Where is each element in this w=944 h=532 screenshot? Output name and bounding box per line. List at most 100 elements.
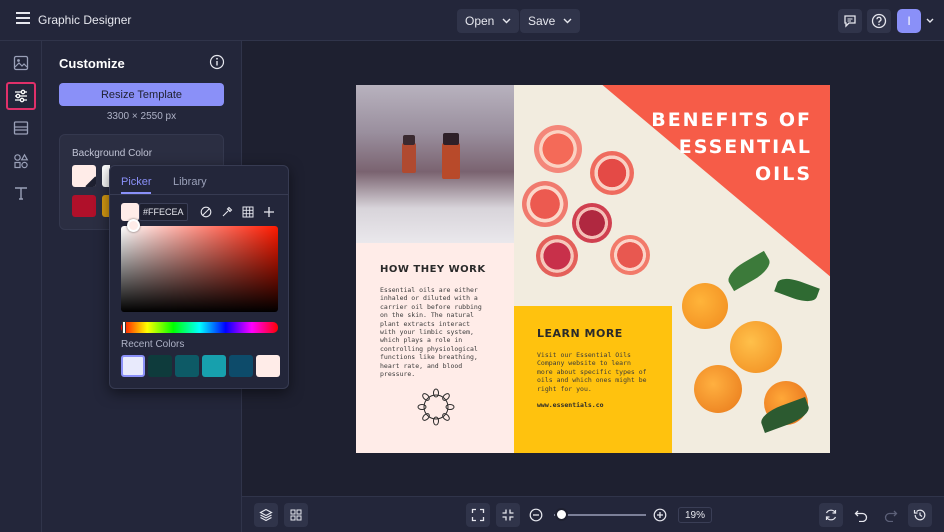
citrus-slice	[590, 151, 634, 195]
actual-size-button[interactable]	[496, 503, 520, 527]
recent-color-swatch[interactable]	[229, 355, 253, 377]
learn-more-title[interactable]: LEARN MORE	[537, 327, 623, 340]
recent-color-swatch[interactable]	[175, 355, 199, 377]
sliders-icon	[15, 89, 27, 103]
redo-icon	[884, 510, 898, 522]
eyedropper-icon[interactable]	[221, 206, 233, 218]
chevron-down-icon[interactable]	[926, 18, 934, 24]
open-button[interactable]: Open	[457, 9, 520, 33]
tab-library[interactable]: Library	[173, 176, 207, 188]
top-bar: Graphic Designer Open Save I	[0, 0, 944, 41]
help-button[interactable]	[867, 9, 891, 33]
redo-button[interactable]	[879, 503, 903, 527]
wreath-icon	[417, 388, 455, 426]
bg-swatch-current[interactable]	[72, 165, 96, 187]
citrus-slice	[572, 203, 612, 243]
save-button[interactable]: Save	[520, 9, 581, 33]
resize-template-button[interactable]: Resize Template	[59, 83, 224, 106]
how-they-work-title[interactable]: HOW THEY WORK	[380, 264, 486, 275]
how-they-work-body[interactable]: Essential oils are either inhaled or dil…	[380, 286, 486, 378]
text-icon	[15, 187, 27, 200]
plus-circle-icon	[653, 508, 667, 522]
leaf-shape	[724, 250, 774, 292]
hue-slider[interactable]	[121, 322, 278, 333]
refresh-icon	[825, 509, 837, 521]
headline-line-3[interactable]: OILS	[755, 163, 812, 185]
chevron-down-icon	[502, 18, 511, 24]
undo-button[interactable]	[849, 503, 873, 527]
feedback-button[interactable]	[838, 9, 862, 33]
headline-line-2[interactable]: ESSENTIAL	[679, 136, 812, 158]
saturation-handle[interactable]	[127, 219, 140, 232]
palette-grid-icon[interactable]	[242, 206, 254, 218]
citrus-slice	[536, 235, 578, 277]
fit-screen-button[interactable]	[466, 503, 490, 527]
layers-button[interactable]	[254, 503, 278, 527]
image-icon	[13, 55, 29, 71]
hue-slider-handle[interactable]	[122, 321, 126, 334]
menu-icon[interactable]	[16, 12, 30, 24]
orange-fruit	[682, 283, 728, 329]
history-icon	[913, 509, 926, 521]
recent-color-swatch[interactable]	[121, 355, 145, 377]
zoom-value[interactable]: 19%	[678, 507, 712, 523]
learn-more-url[interactable]: www.essentials.co	[537, 401, 604, 409]
current-color-swatch[interactable]	[121, 203, 139, 221]
rail-graphics[interactable]	[6, 147, 36, 175]
zoom-in-button[interactable]	[648, 503, 672, 527]
bg-swatch-red[interactable]	[72, 195, 96, 217]
no-color-icon[interactable]	[200, 206, 212, 218]
resize-template-label: Resize Template	[100, 88, 183, 101]
shapes-icon	[14, 153, 29, 169]
rail-customize[interactable]	[6, 82, 36, 110]
orange-fruit	[730, 321, 782, 373]
template-dimensions: 3300 × 2550 px	[106, 111, 177, 122]
zoom-slider[interactable]	[554, 508, 646, 521]
bottle-cap	[443, 133, 459, 145]
citrus-slice	[534, 125, 582, 173]
bottom-toolbar: 19%	[242, 496, 944, 532]
rail-text[interactable]	[6, 179, 36, 207]
history-button[interactable]	[908, 503, 932, 527]
recent-color-swatch[interactable]	[202, 355, 226, 377]
collapse-icon	[502, 509, 514, 521]
rotate-button[interactable]	[819, 503, 843, 527]
rail-photos[interactable]	[6, 49, 36, 77]
color-picker-popover: Picker Library Recent Colors	[109, 165, 289, 389]
recent-color-swatch[interactable]	[256, 355, 280, 377]
recent-color-swatch[interactable]	[148, 355, 172, 377]
minus-circle-icon	[529, 508, 543, 522]
learn-more-body[interactable]: Visit our Essential Oils Company website…	[537, 351, 647, 393]
tool-rail	[0, 41, 42, 532]
chevron-down-icon	[563, 18, 572, 24]
brochure-canvas[interactable]: BENEFITS OF ESSENTIAL OILS HOW THEY WORK…	[356, 85, 830, 453]
recent-colors-label: Recent Colors	[121, 339, 185, 350]
background-color-label: Background Color	[72, 148, 153, 159]
bottles-photo	[356, 85, 514, 243]
app-title: Graphic Designer	[38, 13, 132, 27]
grid-icon	[290, 509, 302, 521]
citrus-slice	[610, 235, 650, 275]
add-color-icon[interactable]	[263, 206, 275, 218]
grid-view-button[interactable]	[284, 503, 308, 527]
bottle-shape	[442, 143, 460, 179]
layout-icon	[13, 121, 29, 135]
avatar[interactable]: I	[897, 9, 921, 33]
zoom-slider-handle[interactable]	[555, 508, 568, 521]
open-label: Open	[465, 14, 495, 28]
undo-icon	[854, 510, 868, 522]
tab-divider	[110, 194, 288, 195]
layers-icon	[259, 508, 273, 522]
zoom-out-button[interactable]	[524, 503, 548, 527]
info-icon[interactable]	[209, 54, 225, 70]
help-icon	[871, 13, 887, 29]
rail-layouts[interactable]	[6, 114, 36, 142]
bottle-shape	[402, 143, 416, 173]
saturation-area[interactable]	[121, 226, 278, 312]
avatar-letter: I	[907, 14, 911, 28]
canvas-workspace: BENEFITS OF ESSENTIAL OILS HOW THEY WORK…	[242, 41, 944, 496]
expand-icon	[471, 508, 485, 522]
hex-input[interactable]	[139, 203, 188, 221]
headline-line-1[interactable]: BENEFITS OF	[651, 109, 812, 131]
tab-picker[interactable]: Picker	[121, 176, 152, 188]
